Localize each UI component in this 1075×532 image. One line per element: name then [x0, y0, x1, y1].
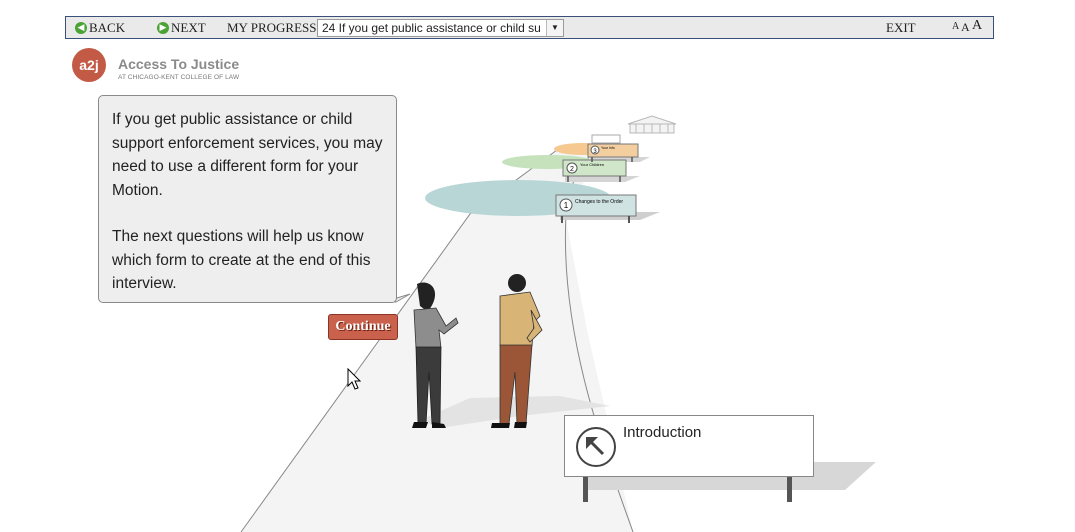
continue-button[interactable]: Continue: [328, 314, 398, 340]
progress-dropdown[interactable]: 24 If you get public assistance or child…: [317, 19, 564, 37]
a2j-logo: a2j: [72, 48, 106, 82]
my-progress-label: MY PROGRESS: [227, 20, 317, 35]
question-bubble: If you get public assistance or child su…: [98, 95, 397, 303]
question-paragraph-2: The next questions will help us know whi…: [112, 228, 371, 292]
step-2-number: 2: [570, 166, 574, 173]
back-arrow-icon: ◀: [75, 22, 87, 34]
step-2-label: Your Children: [580, 162, 604, 167]
next-label: NEXT: [171, 20, 206, 35]
navigation-toolbar: ◀ BACK ▶ NEXT MY PROGRESS 24 If you get …: [65, 16, 994, 39]
step-3-label: Your Info: [601, 146, 615, 150]
back-label: BACK: [89, 20, 126, 35]
progress-selected-value: 24 If you get public assistance or child…: [322, 21, 541, 35]
logo-subtitle: AT CHICAGO-KENT COLLEGE OF LAW: [118, 74, 240, 81]
back-button[interactable]: ◀ BACK: [75, 20, 125, 36]
font-size-large[interactable]: A: [972, 18, 982, 34]
next-button[interactable]: ▶ NEXT: [157, 20, 206, 36]
chevron-down-icon[interactable]: ▼: [546, 20, 563, 36]
arrow-up-left-icon: [576, 427, 616, 467]
introduction-sign[interactable]: Introduction: [564, 415, 814, 477]
font-size-medium[interactable]: A: [961, 20, 970, 35]
step-1-label: Changes to the Order: [575, 199, 623, 205]
logo-title: Access To Justice: [118, 56, 240, 72]
next-arrow-icon: ▶: [157, 22, 169, 34]
exit-button[interactable]: EXIT: [886, 20, 916, 36]
step-1-number: 1: [564, 201, 569, 210]
question-paragraph-1: If you get public assistance or child su…: [112, 111, 383, 199]
courthouse-icon: [627, 115, 677, 134]
font-size-small[interactable]: A: [952, 21, 959, 32]
introduction-label: Introduction: [623, 424, 702, 441]
